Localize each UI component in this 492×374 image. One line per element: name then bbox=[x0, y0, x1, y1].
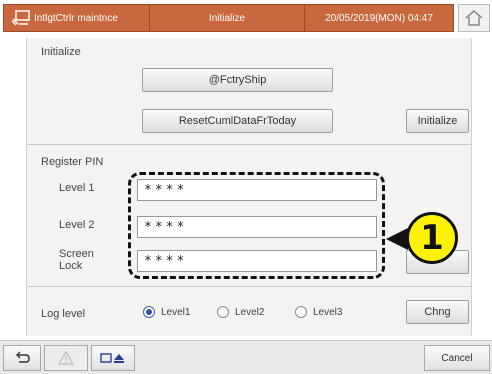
log-level-option-1[interactable]: Level1 bbox=[143, 306, 190, 318]
home-icon bbox=[465, 10, 483, 26]
register-pin-section-title: Register PIN bbox=[41, 156, 104, 168]
change-log-level-button[interactable]: Chng bbox=[406, 300, 469, 324]
footer-toolbar: Cancel bbox=[0, 340, 492, 374]
log-level-option-label: Level1 bbox=[161, 306, 191, 318]
back-arrow-icon bbox=[16, 351, 30, 363]
datetime-display: 20/05/2019(MON) 04:47 bbox=[304, 4, 454, 32]
app-title-segment: IntlgtCtrlr maintnce bbox=[3, 4, 150, 32]
pin-screen-lock-label: Screen Lock bbox=[59, 248, 94, 272]
log-level-option-2[interactable]: Level2 bbox=[217, 306, 264, 318]
title-bar: IntlgtCtrlr maintnce Initialize 20/05/20… bbox=[0, 0, 492, 36]
log-level-option-label: Level3 bbox=[313, 306, 343, 318]
log-level-option-3[interactable]: Level3 bbox=[295, 306, 342, 318]
warning-icon bbox=[57, 350, 75, 365]
annotation-highlight-box bbox=[128, 172, 385, 279]
callout-pointer bbox=[386, 228, 408, 250]
radio-button[interactable] bbox=[295, 306, 307, 318]
app-title: IntlgtCtrlr maintnce bbox=[34, 12, 118, 24]
callout-number-badge: 1 bbox=[406, 212, 458, 264]
log-level-option-label: Level2 bbox=[235, 306, 265, 318]
initialize-section-title: Initialize bbox=[41, 46, 81, 58]
section-divider bbox=[27, 144, 471, 145]
radio-button-selected[interactable] bbox=[143, 306, 155, 318]
pin-level2-label: Level 2 bbox=[59, 219, 95, 231]
home-button[interactable] bbox=[458, 4, 490, 32]
pin-level1-label: Level 1 bbox=[59, 182, 95, 194]
log-level-label: Log level bbox=[41, 308, 86, 320]
reset-cumulative-data-button[interactable]: ResetCumlDataFrToday bbox=[142, 109, 333, 133]
media-eject-button[interactable] bbox=[91, 345, 135, 371]
back-button[interactable] bbox=[3, 345, 41, 371]
factory-ship-button[interactable]: @FctryShip bbox=[142, 68, 333, 92]
section-divider bbox=[27, 286, 471, 287]
radio-button[interactable] bbox=[217, 306, 229, 318]
screen-title: Initialize bbox=[150, 4, 304, 32]
initialize-button[interactable]: Initialize bbox=[406, 109, 469, 133]
maintenance-tool-icon bbox=[10, 9, 32, 27]
cancel-button[interactable]: Cancel bbox=[424, 345, 490, 371]
warning-button[interactable] bbox=[44, 345, 88, 371]
media-eject-icon bbox=[100, 353, 124, 363]
